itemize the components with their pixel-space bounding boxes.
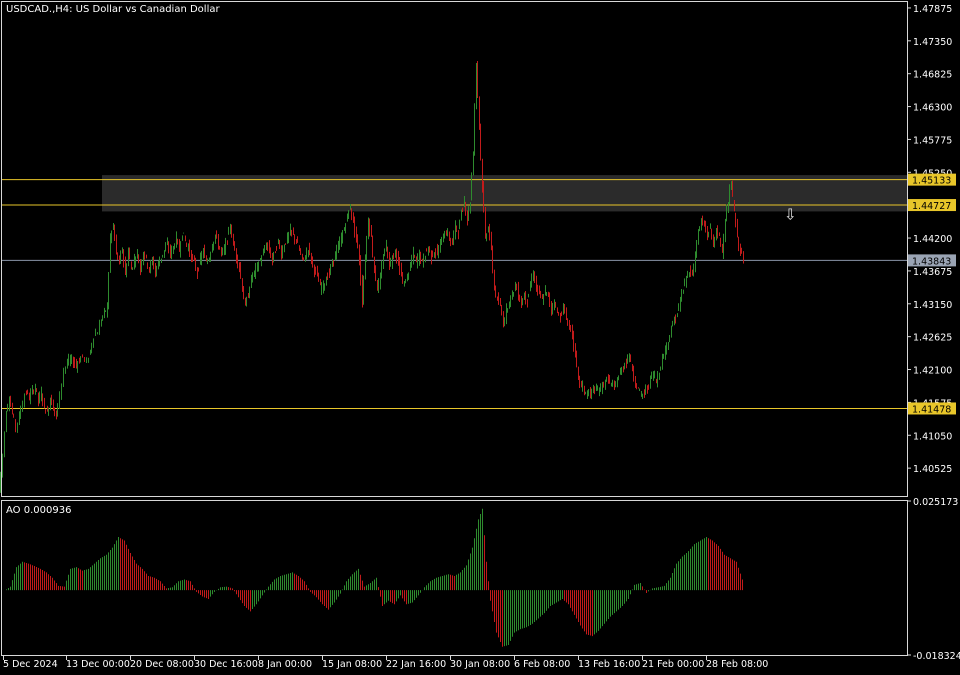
ao-label: AO 0.000936: [6, 505, 71, 516]
level-price-tag-label: 1.45133: [912, 176, 951, 187]
ao-tick-label: -0.018324: [913, 651, 960, 662]
time-tick-label: 22 Jan 16:00: [386, 659, 446, 670]
time-tick-label: 6 Feb 08:00: [514, 659, 570, 670]
level-price-tag-label: 1.44727: [912, 201, 951, 212]
time-tick-label: 8 Jan 00:00: [258, 659, 312, 670]
current-price-tag-label: 1.43843: [912, 256, 951, 267]
price-tick-label: 1.42625: [913, 333, 952, 344]
time-tick-label: 21 Feb 00:00: [642, 659, 704, 670]
time-tick-label: 28 Feb 08:00: [706, 659, 768, 670]
price-tick-label: 1.42100: [913, 366, 952, 377]
time-tick-label: 5 Dec 2024: [3, 659, 58, 670]
price-tick-label: 1.47875: [913, 4, 952, 15]
price-tick-label: 1.47350: [913, 37, 952, 48]
sell-arrow-icon[interactable]: ⇩: [784, 205, 797, 223]
price-tick-label: 1.41050: [913, 431, 952, 442]
time-tick-label: 20 Dec 08:00: [130, 659, 194, 670]
level-price-tag-label: 1.41478: [912, 404, 951, 415]
price-tick-label: 1.46825: [913, 70, 952, 81]
time-tick-label: 30 Jan 08:00: [450, 659, 510, 670]
time-tick-label: 30 Dec 16:00: [194, 659, 258, 670]
ao-tick-label: 0.025173: [913, 497, 958, 508]
price-tick-label: 1.45775: [913, 135, 952, 146]
chart-title: USDCAD.,H4: US Dollar vs Canadian Dollar: [6, 4, 220, 15]
price-tick-label: 1.43150: [913, 300, 952, 311]
time-tick-label: 13 Dec 00:00: [66, 659, 130, 670]
time-axis: 5 Dec 2024 13 Dec 00:00 20 Dec 08:00 30 Dec…: [3, 656, 768, 670]
chart-canvas[interactable]: ⇩ USDCAD.,H4: US Dollar vs Canadian Doll…: [0, 0, 960, 675]
price-tick-label: 1.46300: [913, 103, 952, 114]
price-tick-label: 1.43675: [913, 267, 952, 278]
time-tick-label: 15 Jan 08:00: [322, 659, 382, 670]
price-tick-label: 1.44200: [913, 234, 952, 245]
time-tick-label: 13 Feb 16:00: [578, 659, 640, 670]
price-tick-label: 1.40525: [913, 464, 952, 475]
